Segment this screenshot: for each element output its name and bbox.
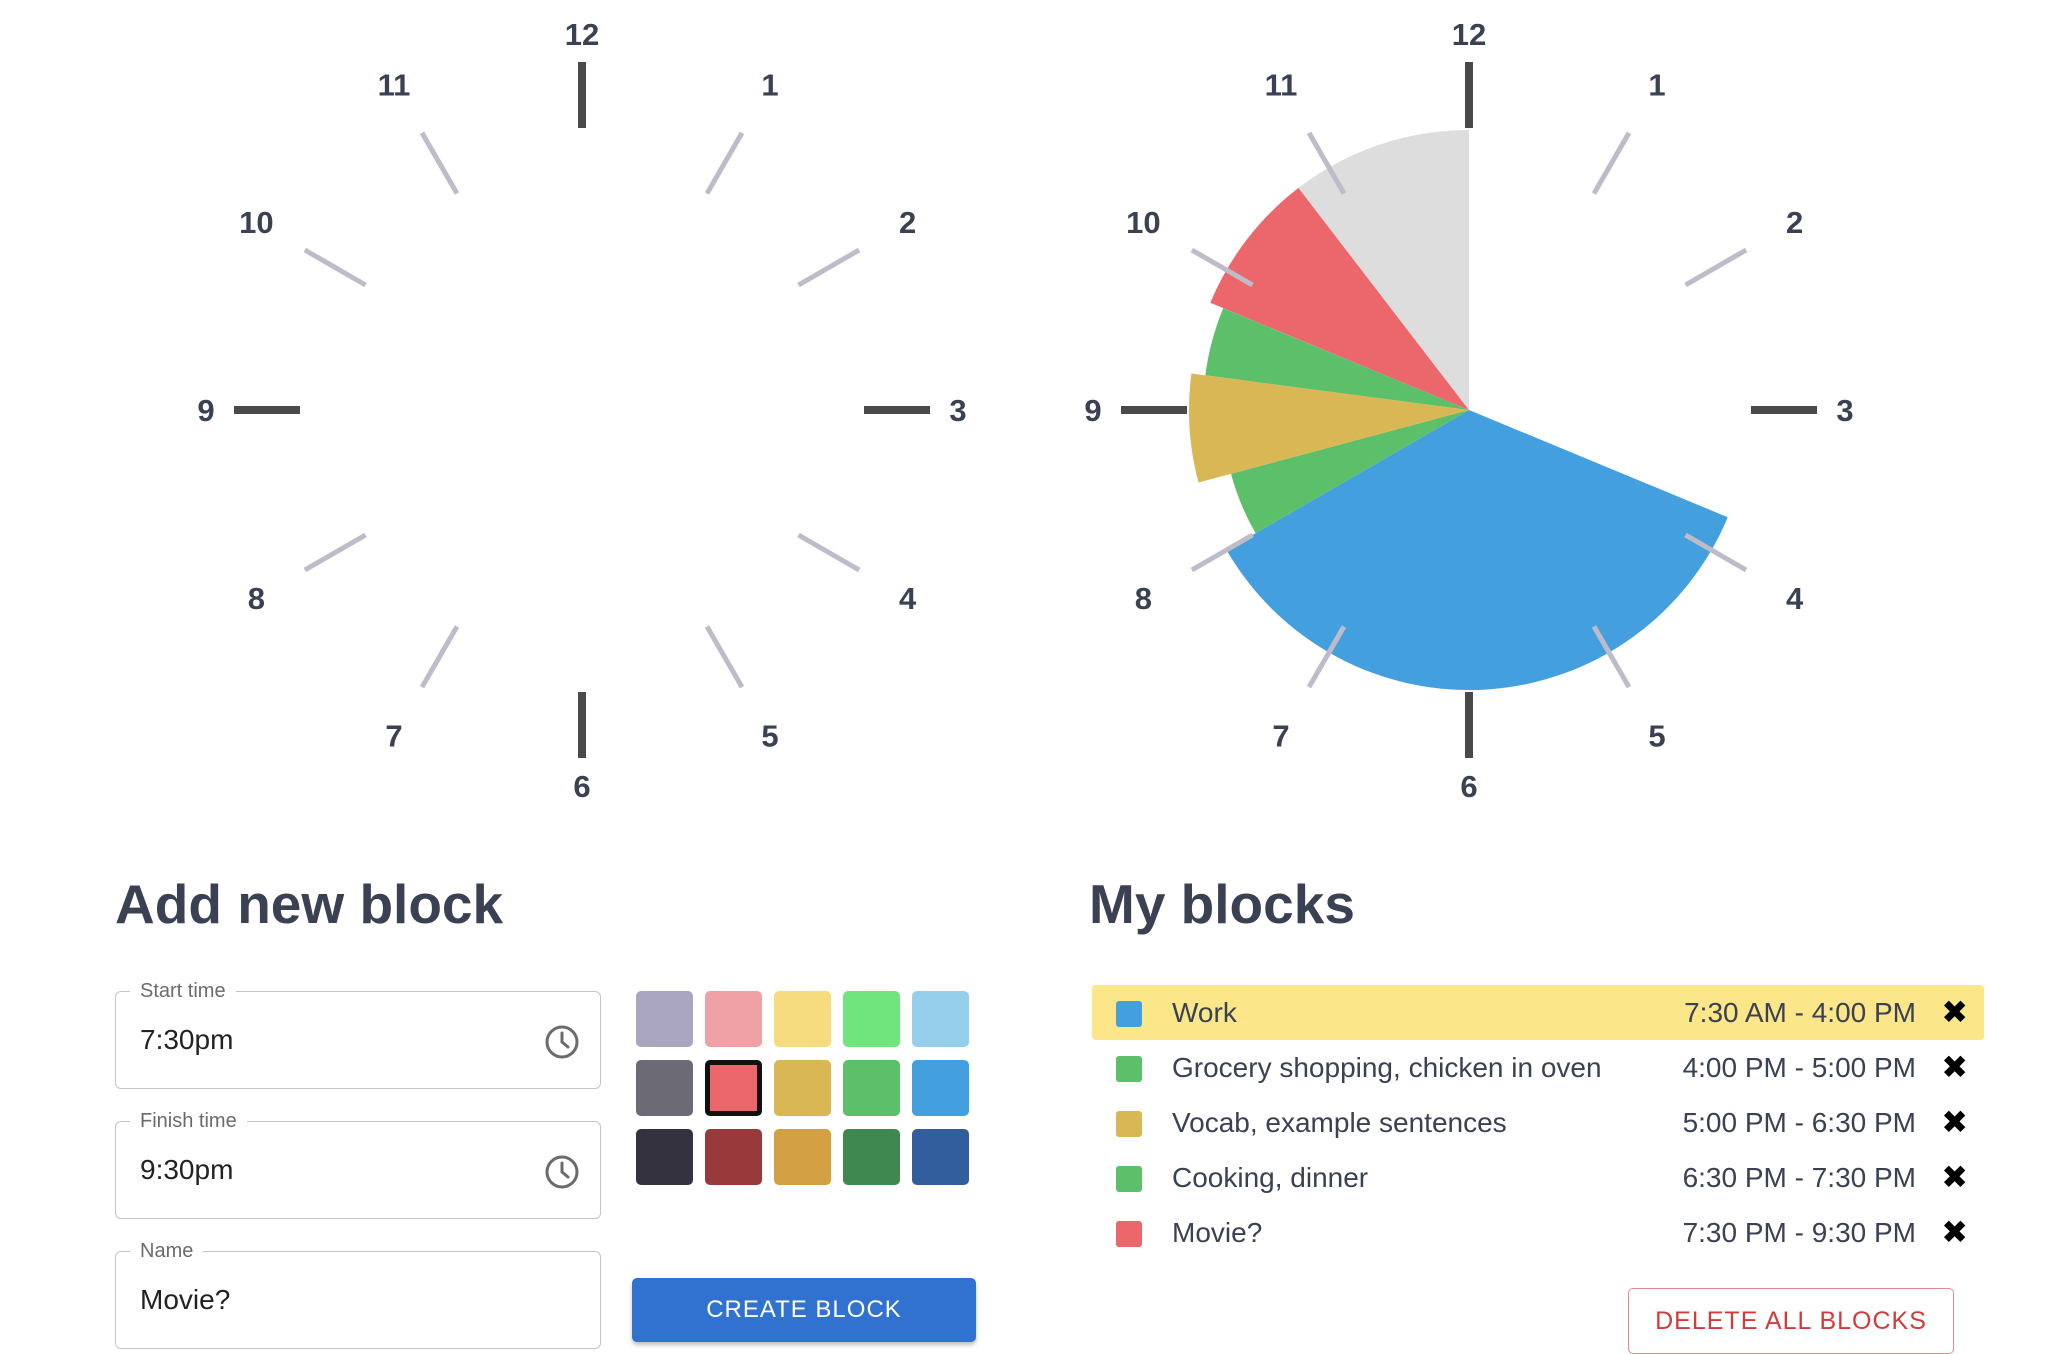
clock-number-2: 2 (1786, 205, 1803, 240)
clock-icon[interactable] (542, 1022, 582, 1062)
minor-tick (704, 131, 745, 195)
color-swatch[interactable] (843, 1129, 900, 1185)
schedule-clock-chart: 12 1 2 3 4 5 6 7 8 9 10 11 (969, 0, 1969, 820)
color-swatch[interactable] (912, 991, 969, 1047)
block-time: 7:30 PM - 9:30 PM (1682, 1217, 1916, 1248)
clock-number-5: 5 (1648, 719, 1665, 754)
clock-number-9: 9 (1084, 393, 1101, 428)
minor-tick (1684, 247, 1748, 288)
block-color-indicator (1116, 1166, 1142, 1192)
delete-block-icon[interactable]: ✖ (1941, 1103, 1968, 1141)
block-color-indicator (1116, 1221, 1142, 1247)
clock-number-10: 10 (1126, 205, 1160, 240)
name-field[interactable]: Name (115, 1239, 601, 1349)
clock-number-7: 7 (385, 719, 402, 754)
block-name: Grocery shopping, chicken in oven (1172, 1052, 1602, 1083)
color-swatch[interactable] (705, 1129, 762, 1185)
color-swatch[interactable] (636, 991, 693, 1047)
delete-all-blocks-button[interactable]: DELETE ALL BLOCKS (1628, 1288, 1954, 1354)
minor-tick (1591, 131, 1632, 195)
minor-tick (303, 532, 367, 573)
block-color-indicator (1116, 1111, 1142, 1137)
delete-block-icon[interactable]: ✖ (1941, 1158, 1968, 1196)
clock-number-12: 12 (565, 17, 599, 52)
my-blocks-title: My blocks (1089, 873, 1355, 935)
delete-block-icon[interactable]: ✖ (1941, 1048, 1968, 1086)
block-time: 4:00 PM - 5:00 PM (1682, 1052, 1916, 1083)
color-swatch[interactable] (705, 991, 762, 1047)
name-label: Name (130, 1239, 204, 1263)
minor-tick (797, 532, 861, 573)
clock-number-8: 8 (1135, 581, 1152, 616)
clock-number-7: 7 (1272, 719, 1289, 754)
clock-icon[interactable] (542, 1152, 582, 1192)
clock-number-3: 3 (1836, 393, 1853, 428)
clock-number-12: 12 (1452, 17, 1486, 52)
color-swatch[interactable] (636, 1060, 693, 1116)
clock-number-1: 1 (1648, 67, 1665, 102)
block-color-indicator (1116, 1001, 1142, 1027)
minor-tick (419, 625, 460, 689)
start-time-input[interactable] (140, 1022, 520, 1058)
color-swatch[interactable] (843, 991, 900, 1047)
block-row[interactable]: Grocery shopping, chicken in oven 4:00 PM… (1092, 1040, 1984, 1095)
color-swatch[interactable] (705, 1060, 762, 1116)
empty-clock-preview: 12 1 2 3 4 5 6 7 8 9 10 11 (82, 0, 1082, 820)
clock-number-10: 10 (239, 205, 273, 240)
color-swatch[interactable] (774, 1060, 831, 1116)
finish-time-label: Finish time (130, 1109, 247, 1133)
delete-block-icon[interactable]: ✖ (1941, 1213, 1968, 1251)
start-time-field[interactable]: Start time (115, 979, 601, 1089)
minor-tick (797, 247, 861, 288)
block-name: Work (1172, 997, 1237, 1028)
color-palette (636, 991, 976, 1187)
finish-time-input[interactable] (140, 1152, 520, 1188)
color-swatch[interactable] (912, 1060, 969, 1116)
clock-number-6: 6 (573, 769, 590, 804)
clock-number-4: 4 (899, 581, 917, 616)
minor-tick (303, 247, 367, 288)
block-name: Vocab, example sentences (1172, 1107, 1507, 1138)
block-row[interactable]: Cooking, dinner 6:30 PM - 7:30 PM ✖ (1092, 1150, 1984, 1205)
clock-face-right: 121234567891011 (1084, 17, 1853, 804)
minor-tick (419, 131, 460, 195)
block-color-indicator (1116, 1056, 1142, 1082)
delete-block-icon[interactable]: ✖ (1941, 993, 1968, 1031)
block-time: 7:30 AM - 4:00 PM (1684, 997, 1916, 1028)
name-input[interactable] (140, 1282, 520, 1318)
clock-number-6: 6 (1460, 769, 1477, 804)
clock-number-11: 11 (378, 67, 411, 102)
clock-number-5: 5 (761, 719, 778, 754)
color-swatch[interactable] (774, 1129, 831, 1185)
add-block-title: Add new block (115, 873, 504, 935)
clock-number-1: 1 (761, 67, 778, 102)
block-row[interactable]: Movie? 7:30 PM - 9:30 PM ✖ (1092, 1205, 1984, 1260)
clock-face-left: 121234567891011 (197, 17, 966, 804)
finish-time-field[interactable]: Finish time (115, 1109, 601, 1219)
block-list: Work 7:30 AM - 4:00 PM ✖ Grocery shopping, … (1092, 985, 1984, 1260)
color-swatch[interactable] (636, 1129, 693, 1185)
color-swatch[interactable] (774, 991, 831, 1047)
clock-number-2: 2 (899, 205, 916, 240)
color-swatch[interactable] (912, 1129, 969, 1185)
color-swatch[interactable] (843, 1060, 900, 1116)
create-block-button[interactable]: CREATE BLOCK (632, 1278, 976, 1342)
clock-number-9: 9 (197, 393, 214, 428)
block-row[interactable]: Vocab, example sentences 5:00 PM - 6:30 P… (1092, 1095, 1984, 1150)
block-row[interactable]: Work 7:30 AM - 4:00 PM ✖ (1092, 985, 1984, 1040)
clock-number-11: 11 (1265, 67, 1298, 102)
block-time: 6:30 PM - 7:30 PM (1682, 1162, 1916, 1193)
block-time: 5:00 PM - 6:30 PM (1682, 1107, 1916, 1138)
clock-number-3: 3 (949, 393, 966, 428)
block-name: Movie? (1172, 1217, 1263, 1248)
clock-number-8: 8 (248, 581, 265, 616)
block-name: Cooking, dinner (1172, 1162, 1369, 1193)
minor-tick (704, 625, 745, 689)
clock-number-4: 4 (1786, 581, 1804, 616)
start-time-label: Start time (130, 979, 236, 1003)
